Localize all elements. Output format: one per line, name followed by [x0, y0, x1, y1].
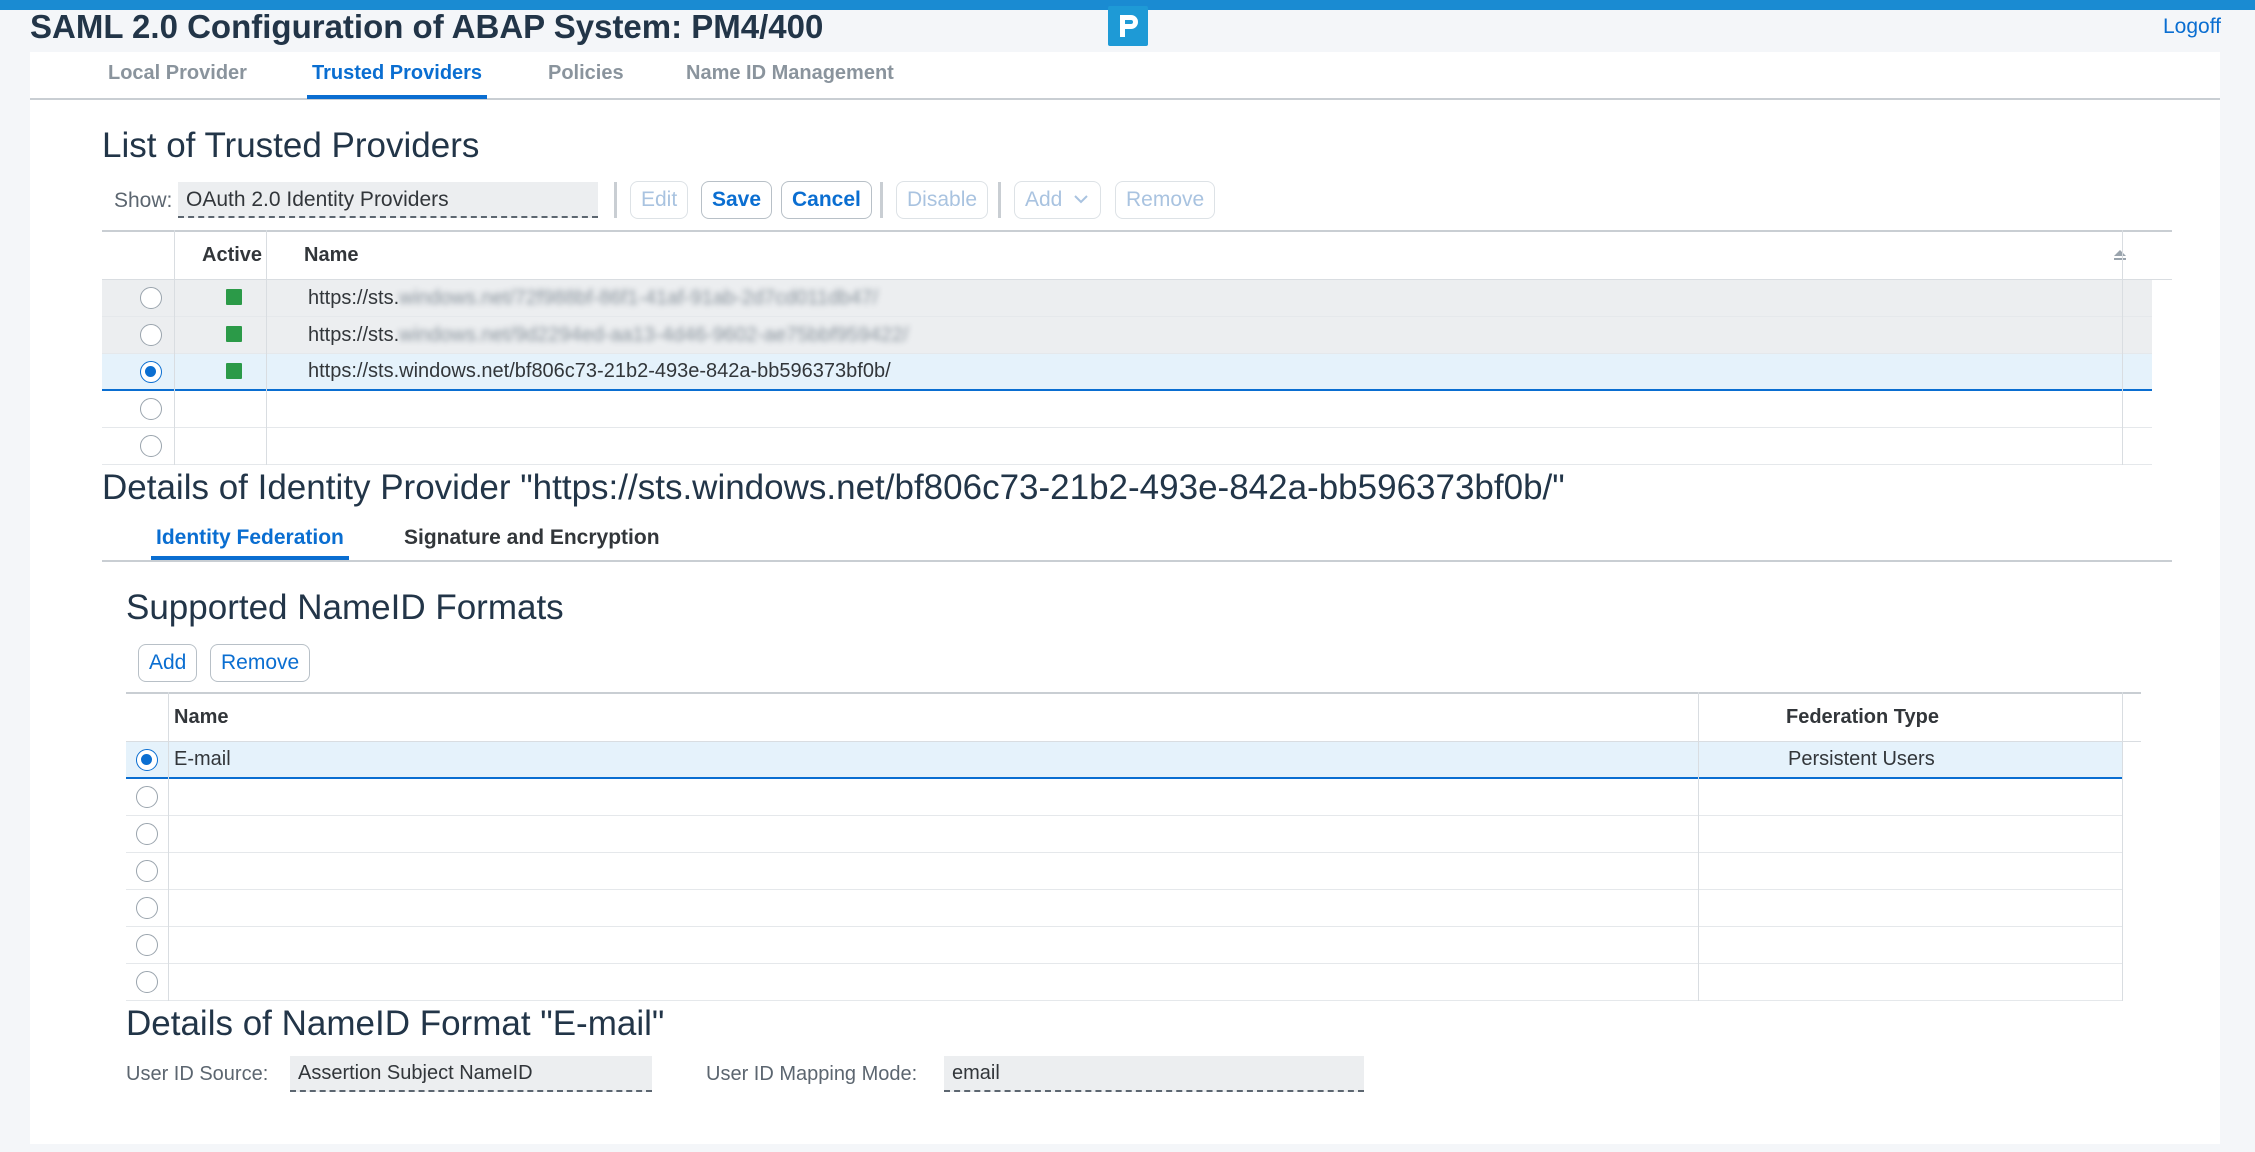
user-id-source-label: User ID Source:	[126, 1063, 269, 1085]
supported-nameid-formats-title: Supported NameID Formats	[126, 588, 564, 627]
table-row[interactable]: E-mail Persistent Users	[126, 742, 2122, 779]
provider-name: https://sts.windows.net/72f988bf-86f1-41…	[308, 287, 879, 309]
provider-name: https://sts.windows.net/bf806c73-21b2-49…	[308, 360, 891, 382]
tab-identity-federation[interactable]: Identity Federation	[151, 526, 349, 560]
trusted-providers-title: List of Trusted Providers	[102, 126, 480, 165]
column-divider	[1698, 692, 1699, 1001]
table-row-empty[interactable]	[126, 779, 2122, 816]
chevron-down-icon	[1072, 190, 1090, 214]
active-status-icon	[226, 363, 242, 379]
nameid-format-details-title: Details of NameID Format "E-mail"	[126, 1004, 665, 1043]
row-select-radio[interactable]	[140, 324, 162, 346]
remove-nameid-button[interactable]: Remove	[210, 644, 311, 682]
nameid-name: E-mail	[174, 748, 231, 770]
cancel-button[interactable]: Cancel	[781, 181, 872, 219]
add-dropdown-button[interactable]: Add	[1014, 181, 1102, 219]
column-header-active[interactable]: Active	[202, 244, 262, 267]
row-select-radio[interactable]	[136, 860, 158, 882]
user-id-source-field[interactable]: Assertion Subject NameID	[290, 1056, 652, 1092]
row-select-radio[interactable]	[140, 287, 162, 309]
table-row-empty[interactable]	[126, 964, 2122, 1001]
user-id-mapping-mode-field[interactable]: email	[944, 1056, 1364, 1092]
main-panel: Local Provider Trusted Providers Policie…	[30, 52, 2220, 1144]
app-logo-icon	[1108, 6, 1148, 46]
table-row-empty[interactable]	[126, 890, 2122, 927]
edit-button[interactable]: Edit	[630, 181, 689, 219]
table-row-empty[interactable]	[126, 927, 2122, 964]
nameid-table-header: Name Federation Type	[126, 692, 2141, 742]
column-divider	[174, 230, 175, 465]
identity-provider-details-title: Details of Identity Provider "https://st…	[102, 468, 1565, 507]
user-id-mapping-mode-label: User ID Mapping Mode:	[706, 1063, 918, 1085]
active-status-icon	[226, 326, 242, 342]
row-select-radio[interactable]	[136, 971, 158, 993]
column-header-name[interactable]: Name	[304, 244, 358, 267]
column-divider	[266, 230, 267, 465]
sort-icon[interactable]	[2111, 246, 2129, 269]
disable-button[interactable]: Disable	[896, 181, 989, 219]
main-tab-bar: Local Provider Trusted Providers Policie…	[30, 52, 2220, 100]
provider-name: https://sts.windows.net/9d2294ed-aa13-4d…	[308, 324, 909, 346]
table-row[interactable]: https://sts.windows.net/bf806c73-21b2-49…	[102, 354, 2152, 391]
column-divider	[2122, 230, 2123, 465]
toolbar-separator	[614, 182, 617, 218]
table-row-empty[interactable]	[126, 853, 2122, 890]
tab-name-id-management[interactable]: Name ID Management	[686, 62, 894, 93]
table-row[interactable]: https://sts.windows.net/9d2294ed-aa13-4d…	[102, 317, 2152, 354]
save-button[interactable]: Save	[701, 181, 773, 219]
toolbar-separator	[998, 182, 1001, 218]
row-select-radio[interactable]	[140, 361, 162, 383]
tab-policies[interactable]: Policies	[548, 62, 624, 93]
column-divider	[168, 692, 169, 1001]
providers-table-header: Active Name	[102, 230, 2172, 280]
logoff-link[interactable]: Logoff	[2163, 15, 2221, 39]
tab-signature-encryption[interactable]: Signature and Encryption	[404, 526, 660, 550]
table-row[interactable]: https://sts.windows.net/72f988bf-86f1-41…	[102, 280, 2152, 317]
row-select-radio[interactable]	[136, 823, 158, 845]
table-row-empty[interactable]	[102, 428, 2152, 465]
row-select-radio[interactable]	[136, 897, 158, 919]
add-nameid-button[interactable]: Add	[138, 644, 198, 682]
row-select-radio[interactable]	[136, 934, 158, 956]
add-dropdown-label: Add	[1025, 188, 1063, 211]
row-select-radio[interactable]	[136, 786, 158, 808]
show-label: Show:	[114, 189, 173, 212]
column-header-name[interactable]: Name	[174, 706, 228, 729]
details-tab-underline	[102, 560, 2172, 562]
table-row-empty[interactable]	[102, 391, 2152, 428]
show-select[interactable]: OAuth 2.0 Identity Providers	[178, 182, 598, 218]
column-header-federation-type[interactable]: Federation Type	[1786, 706, 1939, 729]
row-select-radio[interactable]	[140, 435, 162, 457]
page-title: SAML 2.0 Configuration of ABAP System: P…	[30, 8, 824, 45]
remove-button[interactable]: Remove	[1115, 181, 1216, 219]
table-row-empty[interactable]	[126, 816, 2122, 853]
federation-type: Persistent Users	[1788, 748, 1935, 770]
active-status-icon	[226, 289, 242, 305]
row-select-radio[interactable]	[140, 398, 162, 420]
row-select-radio[interactable]	[136, 749, 158, 771]
tab-local-provider[interactable]: Local Provider	[108, 62, 247, 93]
tab-trusted-providers[interactable]: Trusted Providers	[306, 62, 488, 99]
column-divider	[2122, 692, 2123, 1001]
toolbar-separator	[880, 182, 883, 218]
